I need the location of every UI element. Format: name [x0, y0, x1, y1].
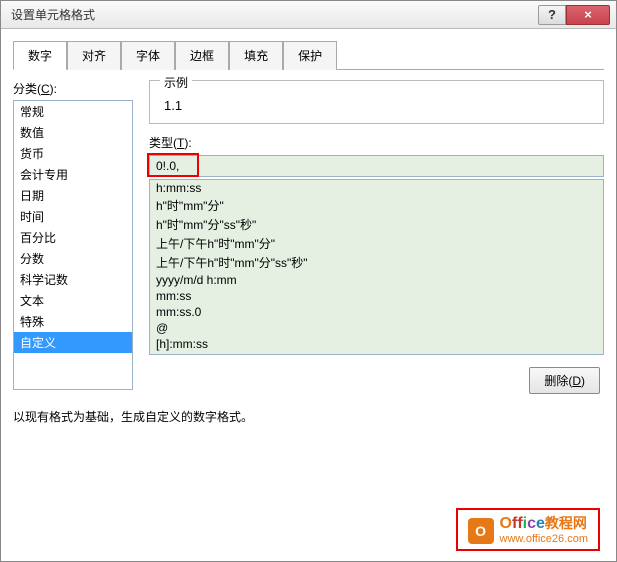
format-item[interactable]: 0!.000"千""元"	[150, 352, 603, 355]
watermark-text: Office教程网 www.office26.com	[500, 516, 588, 545]
format-item[interactable]: h"时"mm"分"ss"秒"	[150, 215, 603, 234]
close-button[interactable]: ×	[566, 5, 610, 25]
delete-row: 删除(D)	[149, 367, 604, 394]
help-button[interactable]: ?	[538, 5, 566, 25]
category-list[interactable]: 常规 数值 货币 会计专用 日期 时间 百分比 分数 科学记数 文本 特殊 自定…	[13, 100, 133, 390]
format-item[interactable]: yyyy/m/d h:mm	[150, 272, 603, 288]
category-column: 分类(C): 常规 数值 货币 会计专用 日期 时间 百分比 分数 科学记数 文…	[13, 80, 133, 394]
delete-button[interactable]: 删除(D)	[529, 367, 600, 394]
tab-number[interactable]: 数字	[13, 41, 67, 70]
category-item[interactable]: 时间	[14, 206, 132, 227]
watermark-url: www.office26.com	[500, 534, 588, 545]
format-list[interactable]: h:mm:ss h"时"mm"分" h"时"mm"分"ss"秒" 上午/下午h"…	[149, 179, 604, 355]
category-item[interactable]: 百分比	[14, 227, 132, 248]
tab-alignment[interactable]: 对齐	[67, 41, 121, 70]
format-item[interactable]: 上午/下午h"时"mm"分"ss"秒"	[150, 253, 603, 272]
titlebar-buttons: ? ×	[538, 5, 610, 25]
format-item[interactable]: 上午/下午h"时"mm"分"	[150, 234, 603, 253]
window-title: 设置单元格格式	[7, 6, 538, 23]
watermark-icon: O	[468, 518, 494, 544]
format-cells-dialog: 设置单元格格式 ? × 数字 对齐 字体 边框 填充 保护 分类(C): 常规 …	[0, 0, 617, 562]
type-label: 类型(T):	[149, 134, 604, 151]
watermark: O Office教程网 www.office26.com	[456, 508, 600, 551]
tab-strip: 数字 对齐 字体 边框 填充 保护	[13, 41, 604, 70]
category-item[interactable]: 分数	[14, 248, 132, 269]
tab-font[interactable]: 字体	[121, 41, 175, 70]
format-item[interactable]: [h]:mm:ss	[150, 336, 603, 352]
format-item[interactable]: h:mm:ss	[150, 180, 603, 196]
format-item[interactable]: @	[150, 320, 603, 336]
type-input[interactable]	[149, 155, 604, 177]
category-item[interactable]: 科学记数	[14, 269, 132, 290]
content-area: 分类(C): 常规 数值 货币 会计专用 日期 时间 百分比 分数 科学记数 文…	[13, 80, 604, 394]
detail-column: 示例 1.1 类型(T): h:mm:ss h"时"mm"分" h"时"mm"分…	[149, 80, 604, 394]
example-legend: 示例	[160, 74, 192, 91]
dialog-body: 数字 对齐 字体 边框 填充 保护 分类(C): 常规 数值 货币 会计专用 日…	[1, 29, 616, 561]
category-item[interactable]: 数值	[14, 122, 132, 143]
titlebar: 设置单元格格式 ? ×	[1, 1, 616, 29]
category-label: 分类(C):	[13, 80, 133, 97]
format-item[interactable]: mm:ss.0	[150, 304, 603, 320]
format-item[interactable]: mm:ss	[150, 288, 603, 304]
watermark-brand: Office教程网	[500, 516, 588, 532]
hint-text: 以现有格式为基础，生成自定义的数字格式。	[13, 408, 604, 425]
category-item[interactable]: 会计专用	[14, 164, 132, 185]
type-input-wrapper	[149, 155, 604, 177]
format-item[interactable]: h"时"mm"分"	[150, 196, 603, 215]
example-box: 示例 1.1	[149, 80, 604, 124]
example-value: 1.1	[160, 98, 593, 113]
category-item[interactable]: 货币	[14, 143, 132, 164]
category-item[interactable]: 日期	[14, 185, 132, 206]
category-item-custom[interactable]: 自定义	[14, 332, 132, 353]
tab-fill[interactable]: 填充	[229, 41, 283, 70]
tab-border[interactable]: 边框	[175, 41, 229, 70]
category-item[interactable]: 常规	[14, 101, 132, 122]
category-item[interactable]: 特殊	[14, 311, 132, 332]
tab-protection[interactable]: 保护	[283, 41, 337, 70]
category-item[interactable]: 文本	[14, 290, 132, 311]
